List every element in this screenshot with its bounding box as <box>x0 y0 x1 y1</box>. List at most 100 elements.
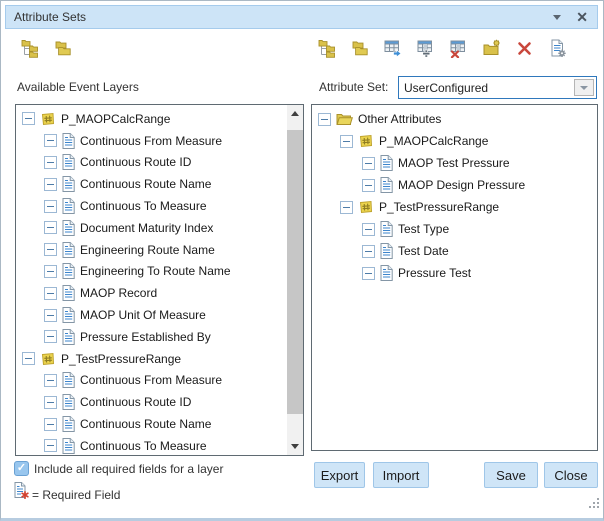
collapse-toggle[interactable] <box>44 134 57 147</box>
tree-item-label[interactable]: P_TestPressureRange <box>379 200 499 214</box>
collapse-toggle[interactable] <box>44 418 57 431</box>
scroll-up-button[interactable] <box>287 105 303 122</box>
collapse-toggle[interactable] <box>44 178 57 191</box>
close-button[interactable]: Close <box>544 462 598 488</box>
include-required-checkbox[interactable]: ✓ <box>14 461 29 476</box>
collapse-toggle[interactable] <box>340 201 353 214</box>
collapse-toggle[interactable] <box>362 245 375 258</box>
resize-grip[interactable] <box>589 496 600 514</box>
scrollbar-thumb[interactable] <box>287 130 303 414</box>
collapse-toggle[interactable] <box>22 112 35 125</box>
document-icon <box>62 438 75 454</box>
document-icon <box>380 221 393 237</box>
folder-new-icon[interactable] <box>483 39 501 58</box>
available-event-layers-label: Available Event Layers <box>17 80 139 94</box>
tree-item-label[interactable]: Continuous Route Name <box>80 417 211 431</box>
collapse-toggle[interactable] <box>44 439 57 452</box>
collapse-toggle[interactable] <box>44 374 57 387</box>
chevron-down-icon <box>580 86 588 90</box>
document-icon <box>62 154 75 170</box>
collapse-toggle[interactable] <box>318 113 331 126</box>
page-settings-icon[interactable] <box>549 39 567 58</box>
event-layer-icon <box>40 351 56 367</box>
collapse-toggle[interactable] <box>44 221 57 234</box>
toolbar-left <box>21 39 72 58</box>
document-icon <box>62 394 75 410</box>
collapse-toggle[interactable] <box>362 223 375 236</box>
event-layer-icon <box>358 199 374 215</box>
dropdown-button[interactable] <box>574 79 594 96</box>
scroll-down-icon <box>291 444 299 449</box>
tree-item-label[interactable]: Engineering To Route Name <box>80 264 231 278</box>
include-required-label[interactable]: Include all required fields for a layer <box>34 462 223 476</box>
collapse-toggle[interactable] <box>44 396 57 409</box>
tree-row: MAOP Record <box>16 282 286 304</box>
layer-tree-icon[interactable] <box>21 39 39 58</box>
tree-row: MAOP Design Pressure <box>312 174 597 196</box>
document-icon <box>62 372 75 388</box>
tree-row: P_MAOPCalcRange <box>312 130 597 152</box>
document-icon <box>62 285 75 301</box>
tree-item-label[interactable]: Continuous From Measure <box>80 373 222 387</box>
tree-item-label[interactable]: Continuous Route ID <box>80 155 191 169</box>
tree-row: Engineering Route Name <box>16 239 286 261</box>
collapse-toggle[interactable] <box>44 330 57 343</box>
tree-item-label[interactable]: P_MAOPCalcRange <box>61 112 170 126</box>
tree-item-label[interactable]: P_TestPressureRange <box>61 352 181 366</box>
document-icon <box>62 198 75 214</box>
tree-item-label[interactable]: Engineering Route Name <box>80 243 215 257</box>
collapse-toggle[interactable] <box>44 200 57 213</box>
available-layers-panel: P_MAOPCalcRange Continuous From Measure … <box>15 104 304 456</box>
export-button[interactable]: Export <box>314 462 365 488</box>
tree-item-label[interactable]: Test Date <box>398 244 449 258</box>
document-icon <box>380 155 393 171</box>
tree-item-label[interactable]: Continuous Route ID <box>80 395 191 409</box>
close-icon[interactable]: ✕ <box>576 10 588 24</box>
collapse-toggle[interactable] <box>44 265 57 278</box>
table-open-icon[interactable] <box>384 39 402 58</box>
import-button[interactable]: Import <box>373 462 429 488</box>
collapse-dialog-icon[interactable] <box>553 15 561 20</box>
tree-row: Document Maturity Index <box>16 217 286 239</box>
folders-icon[interactable] <box>351 39 369 58</box>
save-button[interactable]: Save <box>484 462 538 488</box>
tree-item-label[interactable]: Test Type <box>398 222 449 236</box>
available-layers-tree: P_MAOPCalcRange Continuous From Measure … <box>16 105 286 455</box>
tree-item-label[interactable]: Document Maturity Index <box>80 221 213 235</box>
tree-row: MAOP Test Pressure <box>312 152 597 174</box>
tree-item-label[interactable]: MAOP Unit Of Measure <box>80 308 206 322</box>
collapse-toggle[interactable] <box>44 156 57 169</box>
tree-item-label[interactable]: P_MAOPCalcRange <box>379 134 488 148</box>
layer-tree-icon[interactable] <box>318 39 336 58</box>
tree-item-label[interactable]: Continuous Route Name <box>80 177 211 191</box>
tree-item-label[interactable]: MAOP Test Pressure <box>398 156 510 170</box>
tree-row: Continuous From Measure <box>16 130 286 152</box>
table-add-icon[interactable] <box>417 39 435 58</box>
collapse-toggle[interactable] <box>362 267 375 280</box>
table-delete-icon[interactable] <box>450 39 468 58</box>
tree-row: Continuous Route ID <box>16 391 286 413</box>
collapse-toggle[interactable] <box>340 135 353 148</box>
tree-item-label[interactable]: MAOP Design Pressure <box>398 178 525 192</box>
tree-item-label[interactable]: MAOP Record <box>80 286 157 300</box>
tree-item-label[interactable]: Other Attributes <box>358 112 441 126</box>
collapse-toggle[interactable] <box>22 352 35 365</box>
delete-icon[interactable] <box>516 39 534 58</box>
scroll-down-button[interactable] <box>287 438 303 455</box>
tree-item-label[interactable]: Pressure Test <box>398 266 471 280</box>
collapse-toggle[interactable] <box>44 309 57 322</box>
open-folder-icon <box>336 113 353 126</box>
attribute-set-dropdown[interactable]: UserConfigured <box>398 76 597 99</box>
tree-item-label[interactable]: Continuous To Measure <box>80 199 207 213</box>
tree-row: Continuous Route ID <box>16 152 286 174</box>
left-panel-scrollbar[interactable] <box>287 105 303 455</box>
tree-item-label[interactable]: Continuous To Measure <box>80 439 207 453</box>
collapse-toggle[interactable] <box>44 243 57 256</box>
collapse-toggle[interactable] <box>362 157 375 170</box>
collapse-toggle[interactable] <box>44 287 57 300</box>
check-icon: ✓ <box>17 463 26 474</box>
collapse-toggle[interactable] <box>362 179 375 192</box>
folders-icon[interactable] <box>54 39 72 58</box>
tree-item-label[interactable]: Continuous From Measure <box>80 134 222 148</box>
tree-item-label[interactable]: Pressure Established By <box>80 330 211 344</box>
